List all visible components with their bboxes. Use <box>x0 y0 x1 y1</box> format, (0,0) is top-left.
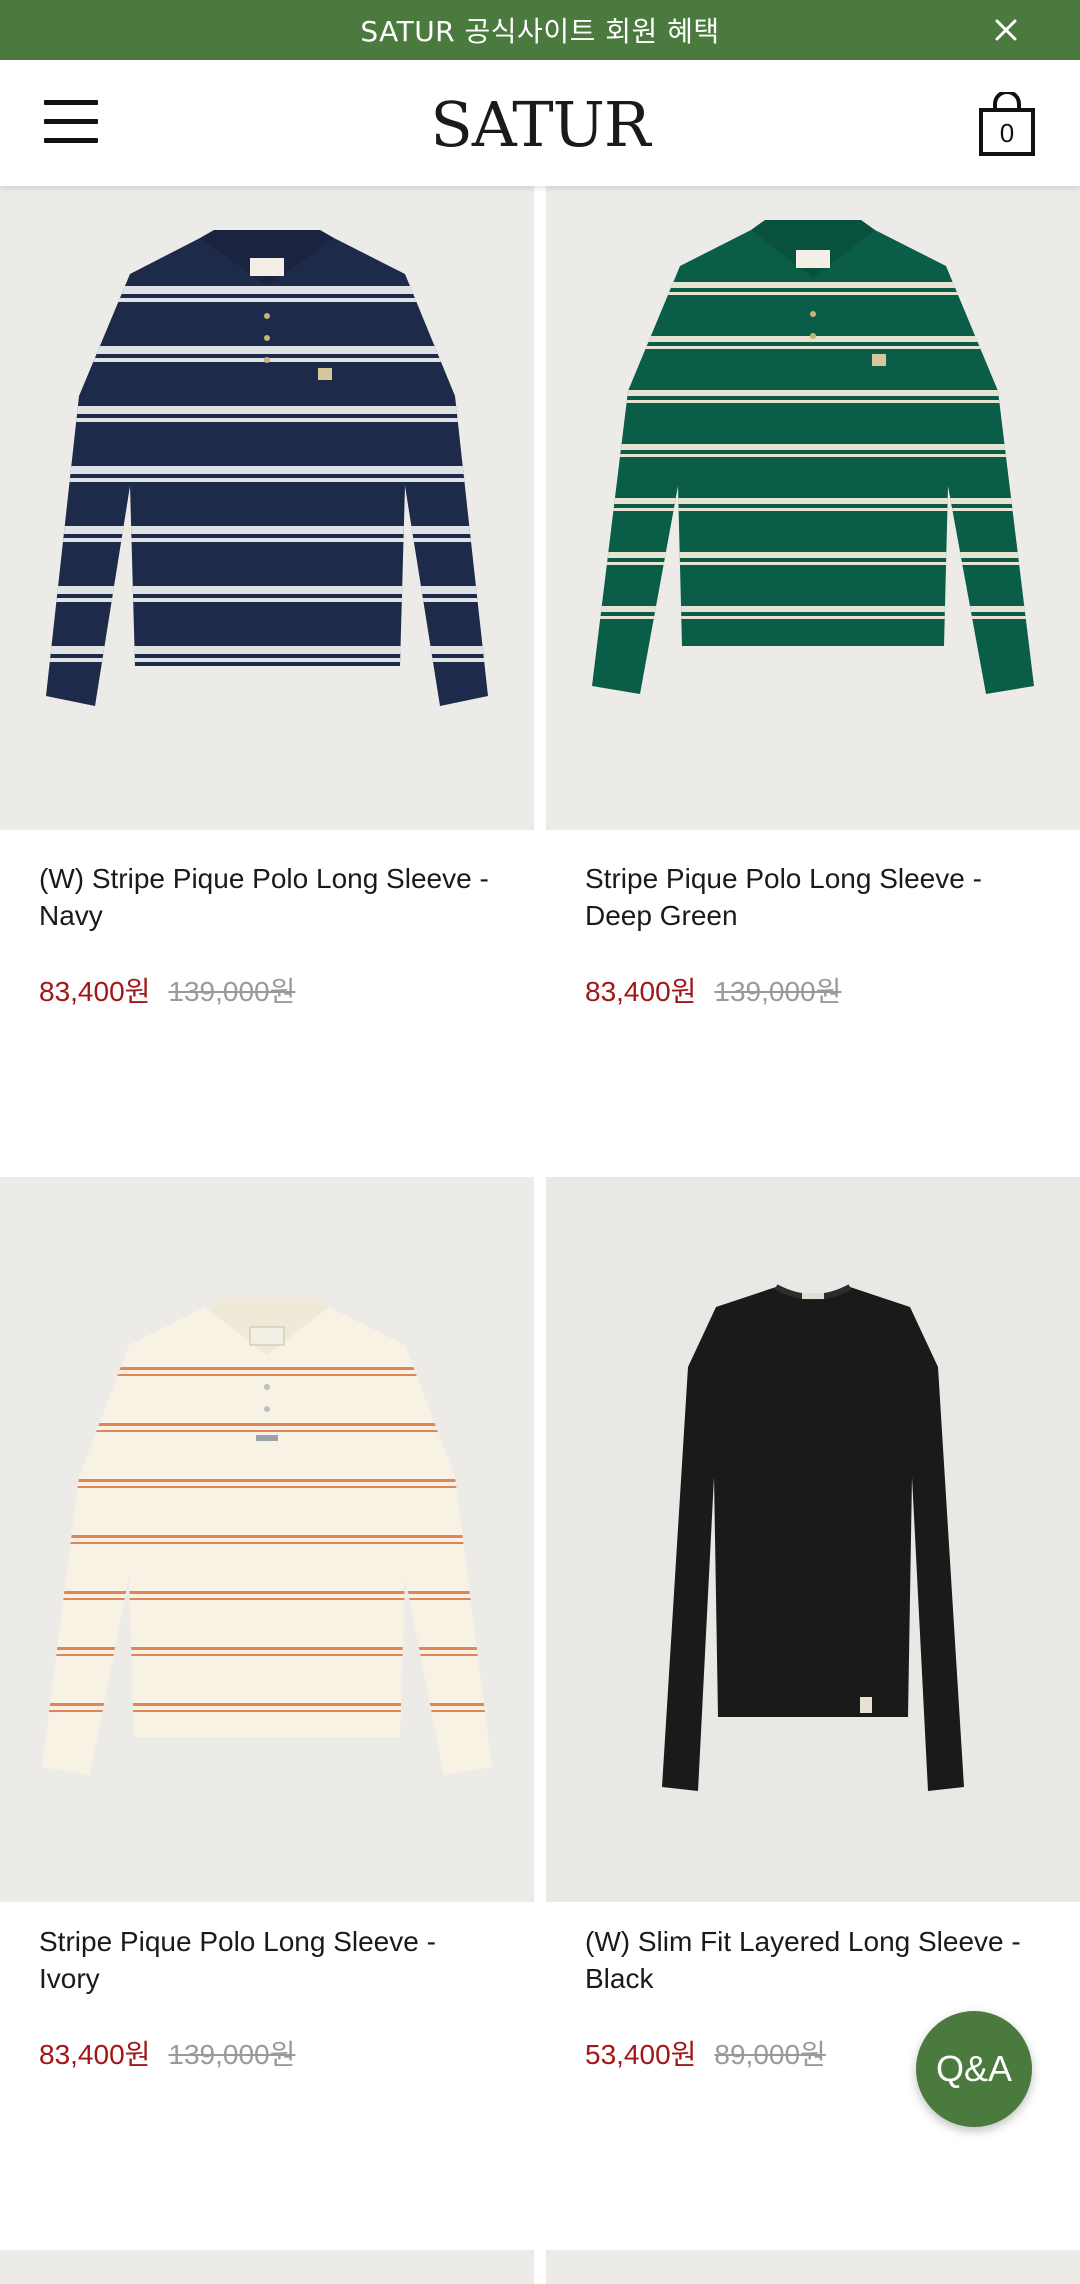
product-image[interactable] <box>546 186 1080 830</box>
original-price: 89,000원 <box>714 2039 826 2070</box>
original-price: 139,000원 <box>168 2039 296 2070</box>
cart-count: 0 <box>999 118 1015 148</box>
promo-banner[interactable]: SATUR 공식사이트 회원 혜택 <box>0 0 1080 60</box>
original-price: 139,000원 <box>714 976 842 1007</box>
product-name[interactable]: (W) Stripe Pique Polo Long Sleeve - Navy <box>39 860 499 934</box>
product-image[interactable] <box>0 2250 534 2284</box>
sale-price: 83,400원 <box>39 2039 151 2070</box>
product-name[interactable]: Stripe Pique Polo Long Sleeve - Ivory <box>39 1923 499 1997</box>
product-name[interactable]: Stripe Pique Polo Long Sleeve - Deep Gre… <box>585 860 1045 934</box>
product-image[interactable] <box>546 2250 1080 2284</box>
sale-price: 83,400원 <box>39 976 151 1007</box>
price-row: 83,400원 139,000원 <box>39 970 295 1010</box>
site-logo[interactable]: SATUR <box>0 90 1080 160</box>
price-row: 83,400원 139,000원 <box>39 2033 295 2073</box>
shopping-bag-icon[interactable]: 0 <box>978 92 1036 156</box>
close-icon[interactable] <box>990 14 1022 46</box>
qa-button[interactable]: Q&A <box>916 2011 1032 2127</box>
price-row: 83,400원 139,000원 <box>585 970 841 1010</box>
product-name[interactable]: (W) Slim Fit Layered Long Sleeve - Black <box>585 1923 1045 1997</box>
sale-price: 83,400원 <box>585 976 697 1007</box>
product-image[interactable] <box>546 1177 1080 1902</box>
price-row: 53,400원 89,000원 <box>585 2033 826 2073</box>
promo-text: SATUR 공식사이트 회원 혜택 <box>360 15 720 48</box>
original-price: 139,000원 <box>168 976 296 1007</box>
product-image[interactable] <box>0 186 534 830</box>
sale-price: 53,400원 <box>585 2039 697 2070</box>
product-image[interactable] <box>0 1177 534 1902</box>
site-header: SATUR 0 <box>0 60 1080 186</box>
